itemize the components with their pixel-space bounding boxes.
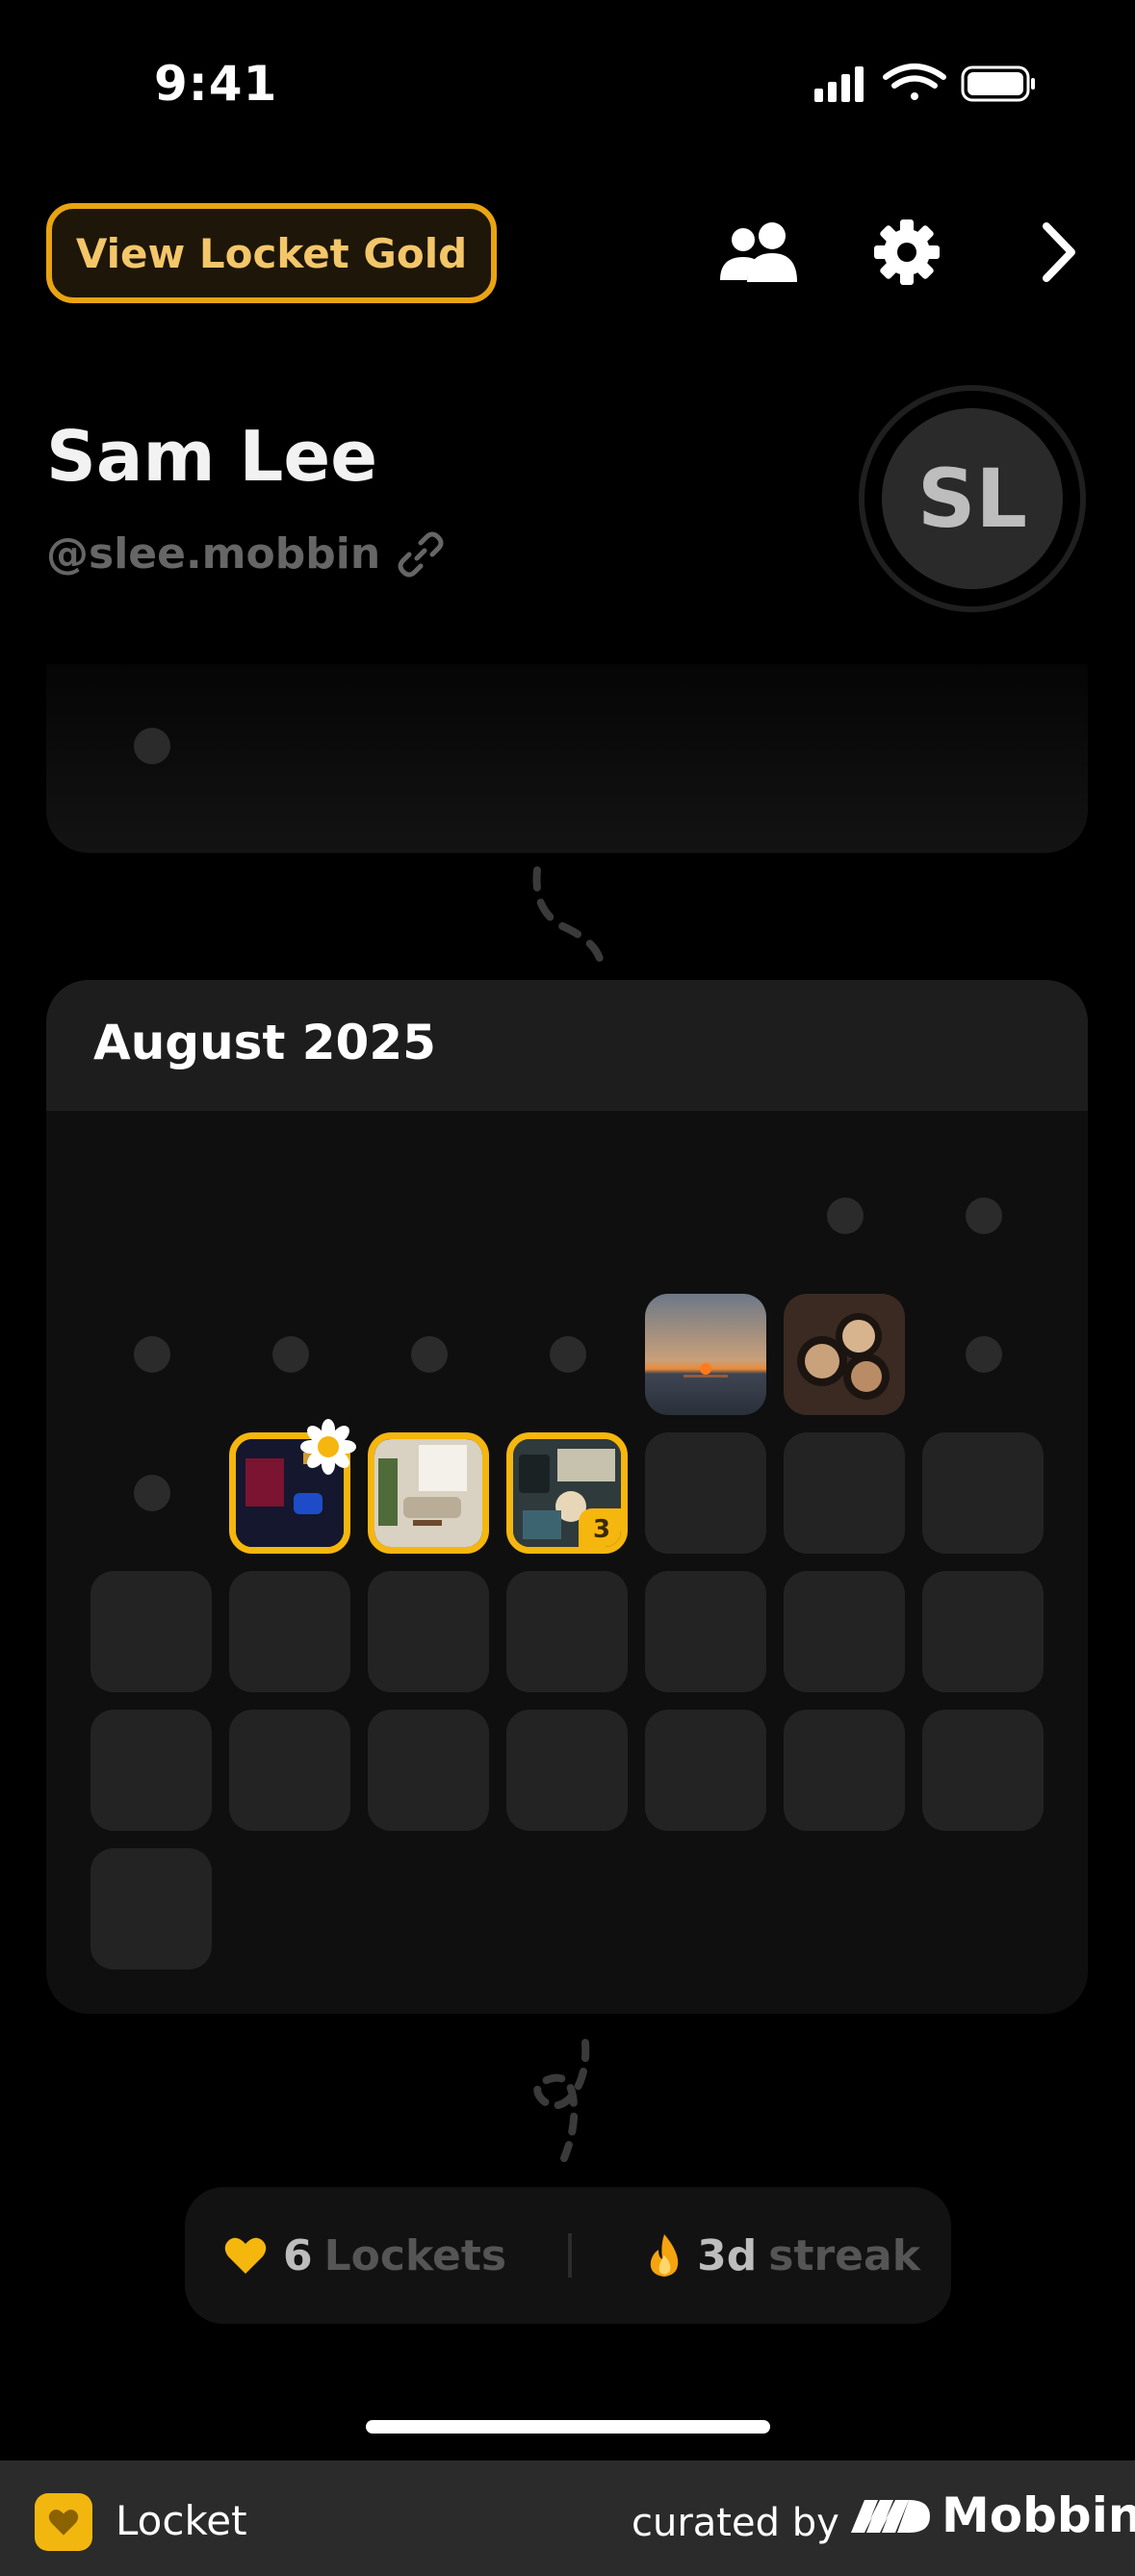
profile-handle-row[interactable]: @slee.mobbin <box>46 529 444 579</box>
friends-icon <box>720 222 797 282</box>
view-locket-gold-button[interactable]: View Locket Gold <box>46 203 497 303</box>
month-title: August 2025 <box>93 1015 436 1070</box>
day-cell[interactable] <box>784 1571 905 1692</box>
day-cell[interactable] <box>368 1571 489 1692</box>
streak-stat: 3d streak <box>645 2231 920 2280</box>
mobbin-logo-icon <box>851 2500 930 2533</box>
settings-button[interactable] <box>868 214 945 291</box>
day-cell[interactable] <box>229 1710 350 1831</box>
dashed-connector-loop <box>533 2039 590 2162</box>
gear-icon <box>874 219 940 285</box>
day-dot <box>134 728 170 764</box>
day-cell[interactable] <box>506 1710 628 1831</box>
link-icon[interactable] <box>398 531 444 578</box>
day-photo-gold-2[interactable] <box>368 1432 489 1554</box>
footer-app-name: Locket <box>116 2497 247 2544</box>
day-cell[interactable] <box>229 1571 350 1692</box>
day-dot <box>550 1336 586 1373</box>
status-time: 9:41 <box>154 56 278 112</box>
day-cell[interactable] <box>645 1432 766 1554</box>
day-dot <box>272 1336 309 1373</box>
mobbin-brand: Mobbin <box>849 2487 1135 2543</box>
lockets-count: 6 <box>283 2230 313 2280</box>
day-cell[interactable] <box>90 1710 212 1831</box>
stats-pill[interactable]: 6 Lockets 3d streak <box>185 2187 951 2324</box>
flower-sticker <box>299 1418 357 1480</box>
previous-month-card <box>46 664 1088 853</box>
status-icons <box>814 64 1035 102</box>
coffee-photo-thumbnail <box>784 1294 905 1415</box>
chevron-right-icon <box>1043 222 1075 282</box>
dashed-connector <box>532 866 605 966</box>
profile-handle: @slee.mobbin <box>46 529 381 579</box>
locket-app-logo <box>35 2493 92 2551</box>
heart-logo-icon <box>48 2509 79 2536</box>
day-cell[interactable] <box>506 1571 628 1692</box>
streak-label: streak <box>768 2230 920 2280</box>
cellular-signal-icon <box>814 66 864 102</box>
forward-button[interactable] <box>1020 214 1097 291</box>
day-dot <box>134 1475 170 1511</box>
day-dot <box>966 1198 1002 1234</box>
day-cell[interactable] <box>90 1571 212 1692</box>
day-photo-sunset[interactable] <box>645 1294 766 1415</box>
month-header: August 2025 <box>46 980 1088 1111</box>
day-cell[interactable] <box>368 1710 489 1831</box>
sunset-photo-thumbnail <box>645 1294 766 1415</box>
home-indicator <box>366 2420 770 2434</box>
day-cell[interactable] <box>645 1571 766 1692</box>
day-cell[interactable] <box>784 1432 905 1554</box>
lockets-label: Lockets <box>323 2230 507 2280</box>
month-calendar-card: August 2025 3 <box>46 980 1088 2014</box>
day-dot <box>966 1336 1002 1373</box>
mobbin-brand-text: Mobbin <box>942 2487 1135 2543</box>
friends-button[interactable] <box>714 214 807 291</box>
day-cell[interactable] <box>645 1710 766 1831</box>
wifi-icon <box>883 64 946 100</box>
day-photo-gold-1[interactable] <box>229 1419 356 1554</box>
lockets-stat: 6 Lockets <box>223 2231 506 2280</box>
day-cell[interactable] <box>922 1571 1044 1692</box>
living-room-photo-thumbnail <box>374 1439 482 1547</box>
profile-name: Sam Lee <box>46 416 378 497</box>
day-cell[interactable] <box>922 1710 1044 1831</box>
avatar[interactable]: SL <box>882 408 1063 589</box>
flower-icon <box>300 1419 356 1475</box>
day-dot <box>411 1336 448 1373</box>
fire-icon <box>650 2234 679 2277</box>
day-cell[interactable] <box>90 1848 212 1970</box>
day-dot <box>134 1336 170 1373</box>
day-photo-coffee[interactable] <box>784 1294 905 1415</box>
yellow-heart-icon <box>224 2237 267 2274</box>
battery-icon <box>961 65 1035 102</box>
stats-divider <box>568 2233 573 2278</box>
day-photo-gold-3[interactable]: 3 <box>506 1432 628 1554</box>
streak-value: 3d <box>697 2230 758 2280</box>
day-dot <box>827 1198 864 1234</box>
day-cell[interactable] <box>922 1432 1044 1554</box>
day-cell[interactable] <box>784 1710 905 1831</box>
photo-count-badge: 3 <box>579 1508 621 1547</box>
footer-curated-by: curated by <box>632 2501 839 2545</box>
